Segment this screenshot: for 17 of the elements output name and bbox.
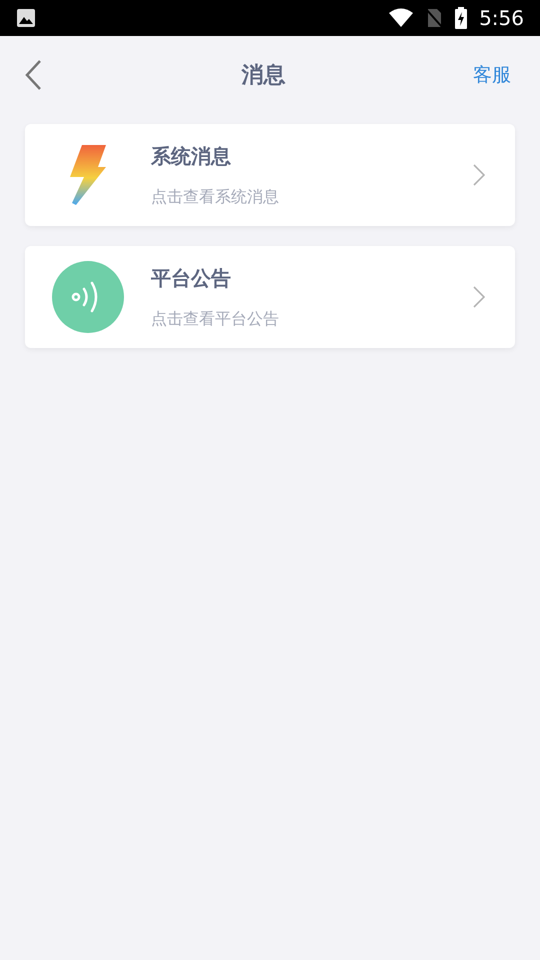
- image-icon: [16, 8, 36, 28]
- clock: 5:56: [479, 5, 524, 32]
- message-category-card[interactable]: 系统消息 点击查看系统消息: [25, 124, 515, 226]
- lightning-bolt-icon: [68, 143, 108, 207]
- customer-service-link[interactable]: 客服: [473, 60, 516, 90]
- wifi-icon: [389, 8, 414, 28]
- broadcast-icon: [52, 261, 124, 333]
- no-sim-icon: [425, 8, 444, 28]
- message-category-card[interactable]: 平台公告 点击查看平台公告: [25, 246, 515, 348]
- page-title: 消息: [242, 62, 286, 90]
- card-subtitle: 点击查看平台公告: [151, 308, 280, 330]
- card-subtitle: 点击查看系统消息: [151, 186, 280, 208]
- battery-icon: [455, 7, 468, 29]
- chevron-right-icon: [473, 164, 485, 186]
- chevron-right-icon: [473, 286, 485, 308]
- card-title: 系统消息: [151, 143, 232, 170]
- card-title: 平台公告: [151, 265, 232, 292]
